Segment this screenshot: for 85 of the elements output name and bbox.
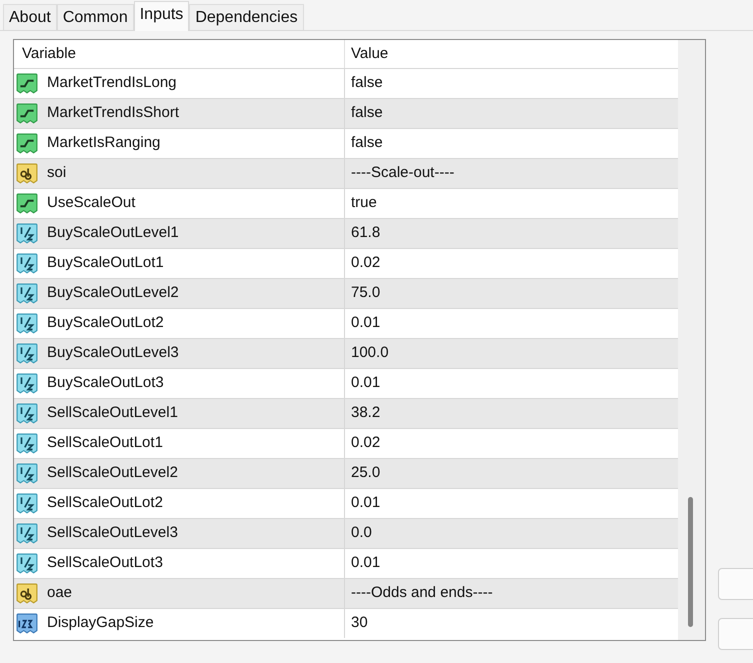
boolean-type-icon xyxy=(16,192,38,214)
value-cell[interactable]: ----Odds and ends---- xyxy=(345,579,678,608)
fraction-type-icon xyxy=(16,312,38,334)
side-button[interactable] xyxy=(718,618,753,650)
tab[interactable]: About xyxy=(3,4,57,30)
variable-name: MarketIsRanging xyxy=(47,133,160,154)
variable-name: SellScaleOutLot1 xyxy=(47,433,163,454)
column-header[interactable]: Value xyxy=(345,40,678,68)
value-cell[interactable]: 0.0 xyxy=(345,519,678,548)
value-cell[interactable]: false xyxy=(345,99,678,128)
fraction-type-icon xyxy=(16,372,38,394)
table-row[interactable]: DisplayGapSize 30 xyxy=(14,608,678,638)
value-cell[interactable]: 100.0 xyxy=(345,339,678,368)
variable-name: BuyScaleOutLot1 xyxy=(47,253,164,274)
value-cell[interactable]: 38.2 xyxy=(345,399,678,428)
fraction-type-icon xyxy=(16,282,38,304)
fraction-type-icon xyxy=(16,492,38,514)
value-cell[interactable]: 75.0 xyxy=(345,279,678,308)
table-row[interactable]: BuyScaleOutLot1 0.02 xyxy=(14,248,678,278)
table-row[interactable]: MarketIsRanging false xyxy=(14,128,678,158)
fraction-type-icon xyxy=(16,402,38,424)
scrollbar-thumb[interactable] xyxy=(688,497,693,627)
table-row[interactable]: SellScaleOutLevel2 25.0 xyxy=(14,458,678,488)
table-row[interactable]: oae ----Odds and ends---- xyxy=(14,578,678,608)
table-row[interactable]: SellScaleOutLot2 0.01 xyxy=(14,488,678,518)
table-row[interactable]: MarketTrendIsShort false xyxy=(14,98,678,128)
variable-name: soi xyxy=(47,163,66,184)
variable-name: SellScaleOutLot3 xyxy=(47,553,163,574)
value-cell[interactable]: false xyxy=(345,129,678,158)
table-row[interactable]: BuyScaleOutLevel3 100.0 xyxy=(14,338,678,368)
value-cell[interactable]: false xyxy=(345,69,678,98)
variable-name: MarketTrendIsShort xyxy=(47,103,179,124)
variable-name: SellScaleOutLevel2 xyxy=(47,463,178,484)
variable-name: UseScaleOut xyxy=(47,193,136,214)
table-row[interactable]: SellScaleOutLot1 0.02 xyxy=(14,428,678,458)
table-row[interactable]: BuyScaleOutLot3 0.01 xyxy=(14,368,678,398)
fraction-type-icon xyxy=(16,462,38,484)
fraction-type-icon xyxy=(16,252,38,274)
value-cell[interactable]: 0.02 xyxy=(345,249,678,278)
table-row[interactable]: soi ----Scale-out---- xyxy=(14,158,678,188)
value-cell[interactable]: true xyxy=(345,189,678,218)
table-row[interactable]: SellScaleOutLot3 0.01 xyxy=(14,548,678,578)
side-button[interactable] xyxy=(718,568,753,600)
table-row[interactable]: SellScaleOutLevel1 38.2 xyxy=(14,398,678,428)
value-cell[interactable]: 0.01 xyxy=(345,309,678,338)
tab[interactable]: Inputs xyxy=(134,1,190,31)
variable-name: BuyScaleOutLevel3 xyxy=(47,343,179,364)
fraction-type-icon xyxy=(16,522,38,544)
value-cell[interactable]: 25.0 xyxy=(345,459,678,488)
tab[interactable]: Dependencies xyxy=(189,4,304,30)
fraction-type-icon xyxy=(16,552,38,574)
variable-name: MarketTrendIsLong xyxy=(47,73,177,94)
variable-name: DisplayGapSize xyxy=(47,613,154,634)
boolean-type-icon xyxy=(16,102,38,124)
variable-name: SellScaleOutLevel1 xyxy=(47,403,178,424)
table-row[interactable]: BuyScaleOutLot2 0.01 xyxy=(14,308,678,338)
tab[interactable]: Common xyxy=(56,4,134,30)
value-cell[interactable]: 61.8 xyxy=(345,219,678,248)
string-type-icon xyxy=(16,582,38,604)
variable-name: BuyScaleOutLevel1 xyxy=(47,223,179,244)
scrollbar[interactable] xyxy=(678,40,705,640)
integer-type-icon xyxy=(16,612,38,634)
table-row[interactable]: BuyScaleOutLevel2 75.0 xyxy=(14,278,678,308)
fraction-type-icon xyxy=(16,222,38,244)
boolean-type-icon xyxy=(16,72,38,94)
fraction-type-icon xyxy=(16,432,38,454)
string-type-icon xyxy=(16,162,38,184)
variable-name: BuyScaleOutLot2 xyxy=(47,313,164,334)
value-cell[interactable]: 0.01 xyxy=(345,369,678,398)
value-cell[interactable]: 0.02 xyxy=(345,429,678,458)
value-cell[interactable]: 0.01 xyxy=(345,549,678,578)
variable-name: SellScaleOutLevel3 xyxy=(47,523,178,544)
variable-name: oae xyxy=(47,583,72,604)
table-row[interactable]: BuyScaleOutLevel1 61.8 xyxy=(14,218,678,248)
value-cell[interactable]: 30 xyxy=(345,609,678,638)
table-row[interactable]: SellScaleOutLevel3 0.0 xyxy=(14,518,678,548)
boolean-type-icon xyxy=(16,132,38,154)
value-cell[interactable]: 0.01 xyxy=(345,489,678,518)
variable-name: SellScaleOutLot2 xyxy=(47,493,163,514)
table-row[interactable]: MarketTrendIsLong false xyxy=(14,68,678,98)
variable-name: BuyScaleOutLot3 xyxy=(47,373,164,394)
variable-name: BuyScaleOutLevel2 xyxy=(47,283,179,304)
fraction-type-icon xyxy=(16,342,38,364)
value-cell[interactable]: ----Scale-out---- xyxy=(345,159,678,188)
table-row[interactable]: UseScaleOut true xyxy=(14,188,678,218)
